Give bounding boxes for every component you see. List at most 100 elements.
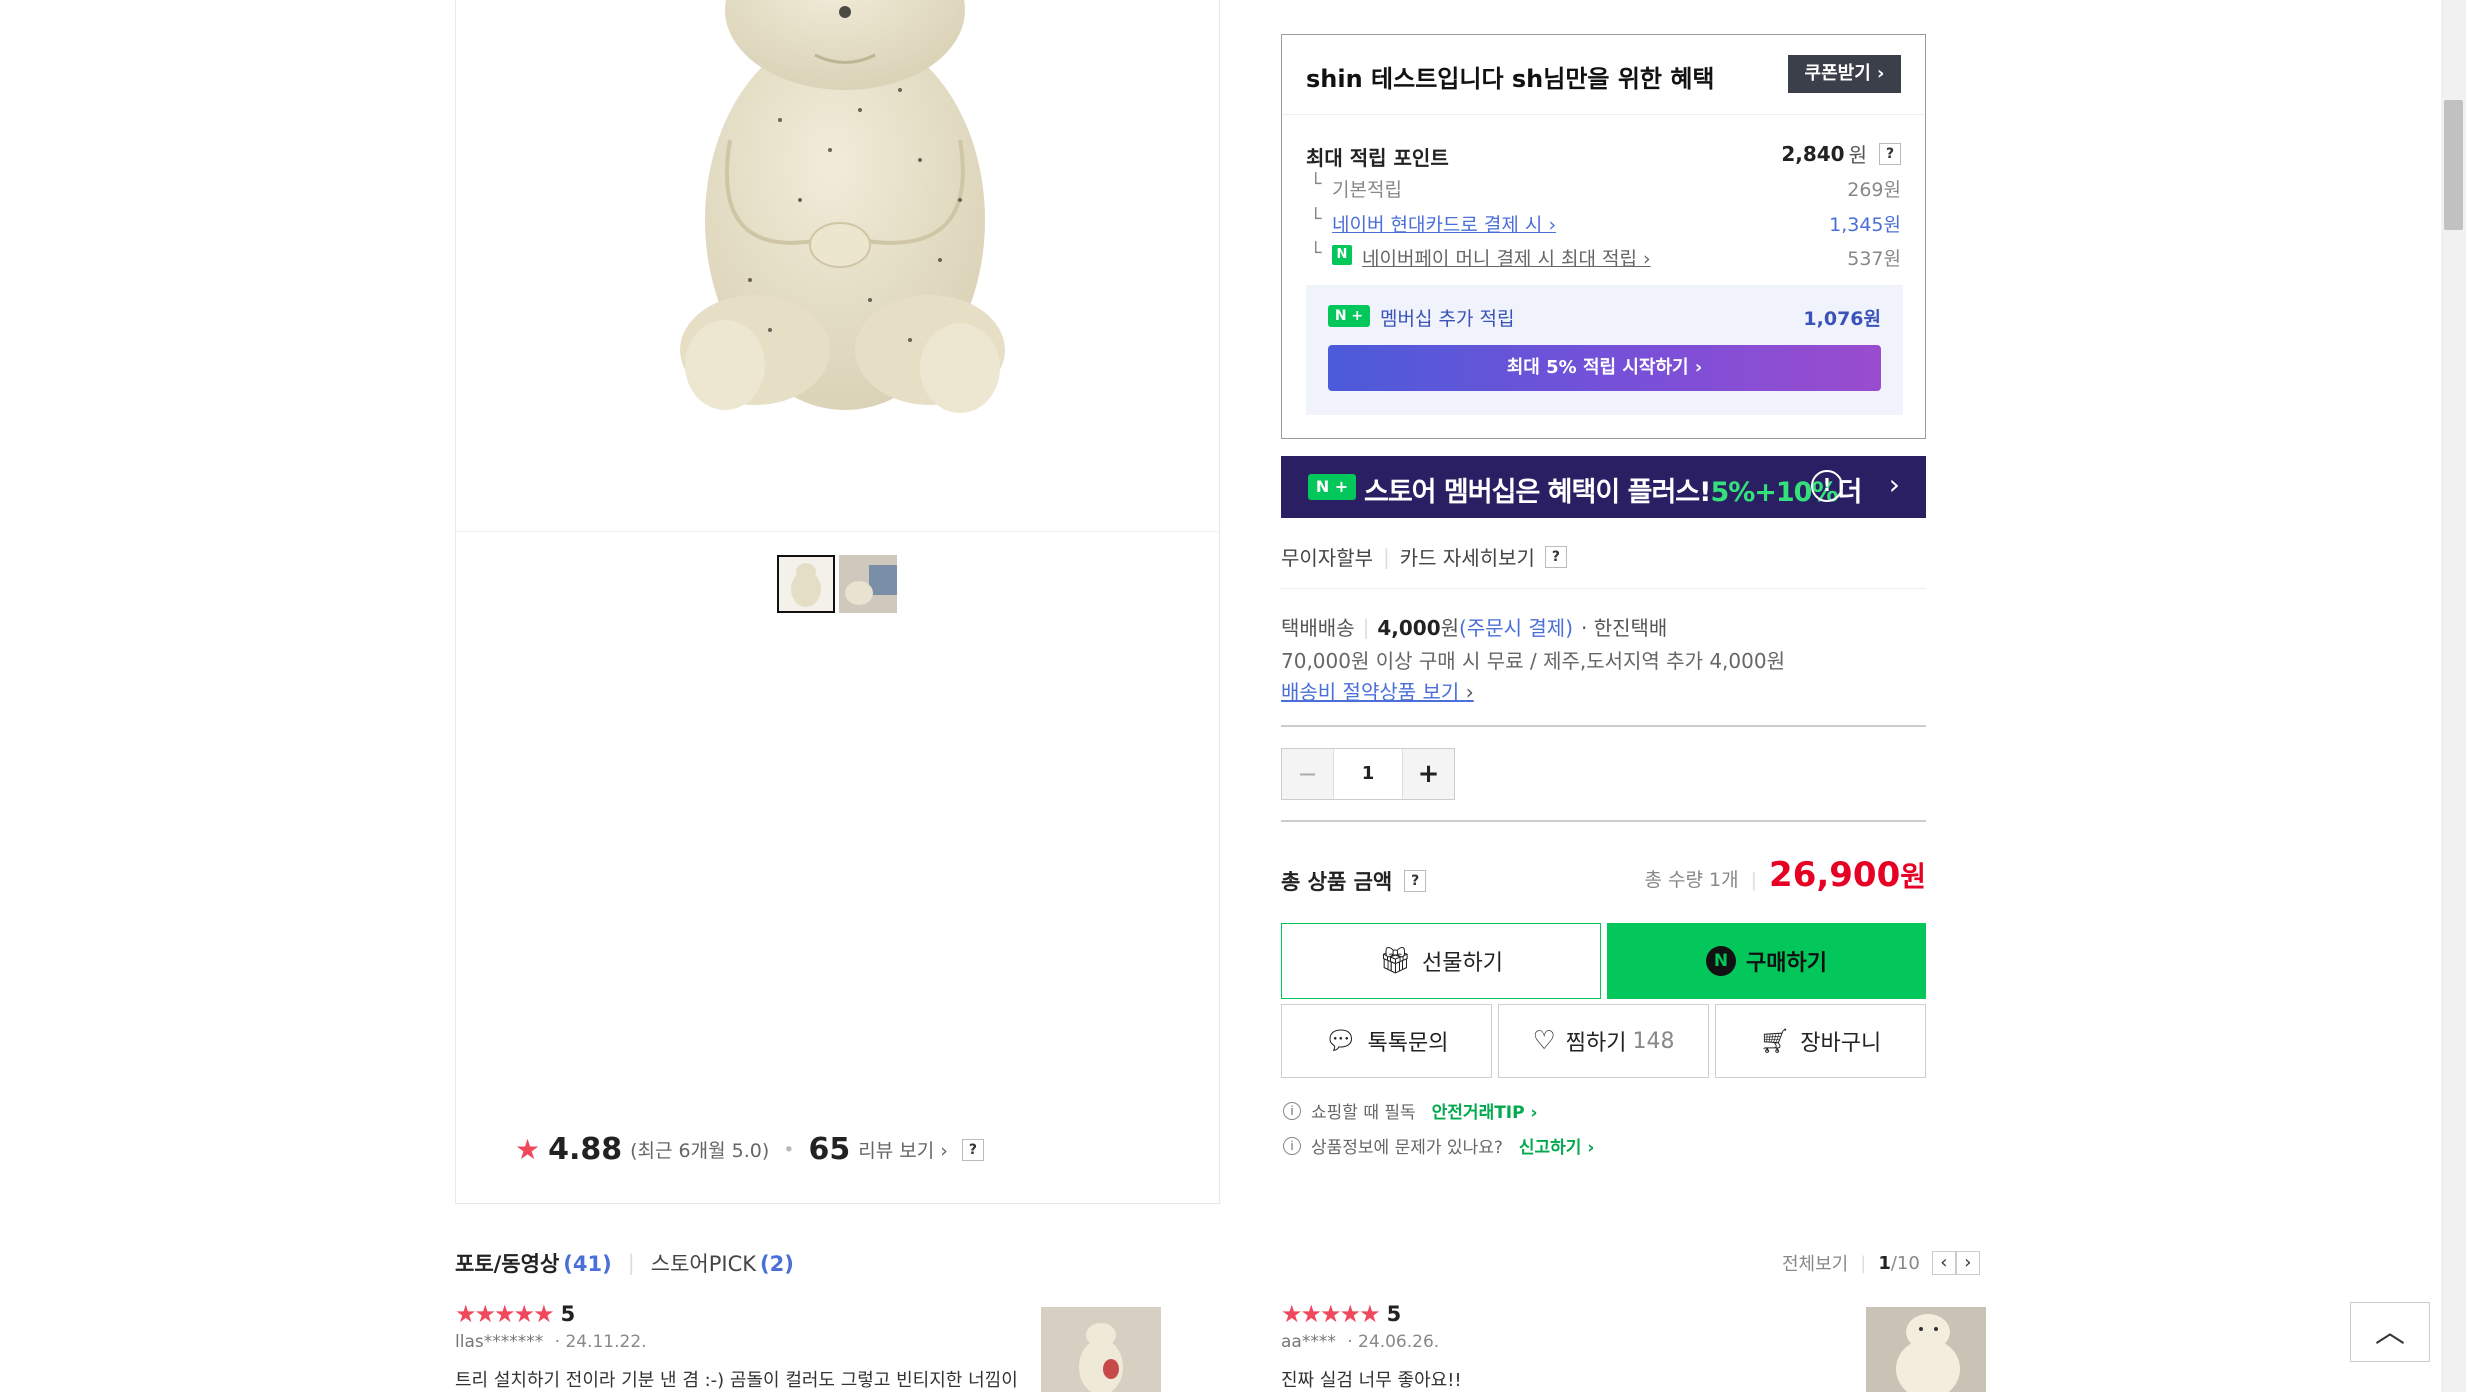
installment-label: 무이자할부 xyxy=(1281,546,1373,570)
nplus-icon: N + xyxy=(1328,305,1370,327)
delivery-fee-note: (주문시 결제) xyxy=(1459,616,1573,640)
review-image-2[interactable] xyxy=(1866,1307,1986,1392)
hyundai-card-link[interactable]: 네이버 현대카드로 결제 시 › xyxy=(1332,210,1556,237)
rating-score: 4.88 xyxy=(548,1132,623,1167)
review-stars: ★★★★★ xyxy=(1281,1300,1381,1328)
membership-box: N + 멤버십 추가 적립 1,076원 최대 5% 적립 시작하기 › xyxy=(1306,285,1903,415)
chevron-right-icon: › xyxy=(1888,468,1900,501)
benefit-title: shin 테스트입니다 sh님만을 위한 혜택 xyxy=(1306,65,1715,93)
total-count: 총 수량 1개 xyxy=(1644,869,1739,891)
npay-money-link[interactable]: 네이버페이 머니 결제 시 최대 적립 › xyxy=(1362,244,1651,271)
info-icon: i xyxy=(1283,1101,1301,1120)
review-user: llas******* xyxy=(455,1332,544,1352)
tree-line-icon: └ xyxy=(1310,242,1322,264)
next-page-button[interactable]: › xyxy=(1955,1251,1980,1275)
won-unit: 원 xyxy=(1848,143,1867,167)
prev-page-button[interactable]: ‹ xyxy=(1931,1251,1956,1275)
review-link[interactable]: 리뷰 보기 › xyxy=(858,1136,948,1163)
membership-label: 멤버십 추가 적립 xyxy=(1380,308,1515,330)
image-divider xyxy=(455,531,1220,532)
divider xyxy=(1281,725,1926,727)
banner-text: 스토어 멤버십은 혜택이 플러스!5%+10%더 xyxy=(1364,477,1862,508)
membership-value: 1,076원 xyxy=(1803,308,1881,330)
view-all-link[interactable]: 전체보기 xyxy=(1782,1250,1848,1276)
divider xyxy=(1281,588,1926,589)
gift-button[interactable]: 🎁︎ 선물하기 xyxy=(1281,923,1601,999)
review-count: 65 xyxy=(808,1132,851,1167)
review-score: 5 xyxy=(1386,1302,1402,1326)
free-shipping-condition: 70,000원 이상 구매 시 무료 / 제주,도서지역 추가 4,000원 xyxy=(1281,649,1785,673)
delivery-fee: 4,000 xyxy=(1377,616,1441,640)
rating-summary: ★ 4.88 (최근 6개월 5.0) • 65 리뷰 보기 › ? xyxy=(515,1132,984,1167)
chevron-right-icon: › xyxy=(940,1140,948,1162)
total-label-row: 총 상품 금액 ? xyxy=(1281,866,1427,896)
delivery-type: 택배배송 xyxy=(1281,616,1355,640)
thumbnail-2[interactable] xyxy=(839,555,897,613)
wish-count: 148 xyxy=(1632,1028,1675,1054)
review-date: · 24.06.26. xyxy=(1347,1332,1440,1352)
product-main-image xyxy=(680,0,1005,413)
divider xyxy=(1281,820,1926,822)
chevron-up-icon: ︿ xyxy=(2375,1315,2405,1350)
basic-points-value: 269원 xyxy=(1847,179,1901,201)
tip-row-2: i 상품정보에 문제가 있나요? 신고하기 › xyxy=(1283,1133,1594,1158)
rating-recent: (최근 6개월 5.0) xyxy=(630,1140,770,1162)
card-detail-link[interactable]: 카드 자세히보기 xyxy=(1400,542,1535,571)
tree-line-icon: └ xyxy=(1310,173,1322,195)
shipping-saving-link[interactable]: 배송비 절약상품 보기 › xyxy=(1281,676,1474,705)
dot-separator: • xyxy=(783,1138,795,1161)
tip-text: 쇼핑할 때 필독 xyxy=(1311,1103,1416,1123)
quantity-plus-button[interactable]: + xyxy=(1402,749,1454,799)
tab-store-pick[interactable]: 스토어PICK (2) xyxy=(651,1248,794,1278)
scroll-to-top-button[interactable]: ︿ xyxy=(2350,1302,2430,1362)
star-icon: ★ xyxy=(515,1133,541,1166)
tip-text: 상품정보에 문제가 있나요? xyxy=(1311,1138,1503,1158)
gift-icon: 🎁︎ xyxy=(1379,946,1413,976)
review-tabs: 포토/동영상 (41) | 스토어PICK (2) xyxy=(455,1248,794,1278)
scrollbar-thumb[interactable] xyxy=(2444,100,2463,230)
total-price: 26,900원 xyxy=(1769,855,1926,895)
help-icon[interactable]: ? xyxy=(1879,142,1901,165)
benefit-header: shin 테스트입니다 sh님만을 위한 혜택 쿠폰받기 › xyxy=(1282,35,1925,115)
review-stars: ★★★★★ xyxy=(455,1300,555,1328)
cart-button[interactable]: 🛒︎ 장바구니 xyxy=(1715,1004,1926,1078)
info-icon: i xyxy=(1283,1136,1301,1155)
tip-row-1: i 쇼핑할 때 필독 안전거래TIP › xyxy=(1283,1098,1538,1123)
max-points-value: 2,840 xyxy=(1781,141,1845,166)
page-indicator: 1/10 xyxy=(1878,1252,1920,1274)
nplus-icon: N + xyxy=(1308,474,1356,500)
buy-button[interactable]: N 구매하기 xyxy=(1607,923,1926,999)
heart-icon: ♡ xyxy=(1532,1026,1556,1056)
review-user: aa**** xyxy=(1281,1332,1336,1352)
hyundai-card-value: 1,345원 xyxy=(1829,214,1901,236)
review-score: 5 xyxy=(560,1302,576,1326)
npay-icon: N xyxy=(1706,946,1737,976)
tree-line-icon: └ xyxy=(1310,208,1322,230)
fee-unit: 원 xyxy=(1440,616,1460,640)
membership-start-button[interactable]: 최대 5% 적립 시작하기 › xyxy=(1328,345,1881,391)
help-icon[interactable]: ? xyxy=(961,1138,984,1161)
total-price-row: 총 수량 1개 | 26,900원 xyxy=(1644,855,1926,895)
max-points-label: 최대 적립 포인트 xyxy=(1306,146,1449,170)
review-pager: 전체보기 | 1/10 ‹ › xyxy=(1782,1250,1980,1276)
delivery-row: 택배배송 | 4,000원(주문시 결제) · 한진택배 xyxy=(1281,612,1667,641)
quantity-input[interactable]: 1 xyxy=(1334,749,1402,799)
coupon-button[interactable]: 쿠폰받기 › xyxy=(1788,55,1901,93)
basic-points-label: 기본적립 xyxy=(1332,179,1402,201)
tab-photo-video[interactable]: 포토/동영상 (41) xyxy=(455,1248,612,1278)
talk-inquiry-button[interactable]: 💬︎ 톡톡문의 xyxy=(1281,1004,1492,1078)
report-link[interactable]: 신고하기 › xyxy=(1519,1133,1595,1158)
chat-bubble-icon: 💬︎ xyxy=(1324,1026,1358,1056)
membership-banner[interactable]: N + 스토어 멤버십은 혜택이 플러스!5%+10%더 ! › xyxy=(1281,456,1926,518)
thumbnail-1[interactable] xyxy=(777,555,835,613)
cart-icon: 🛒︎ xyxy=(1759,1027,1791,1055)
help-icon[interactable]: ? xyxy=(1404,870,1427,892)
review-card-2[interactable]: ★★★★★ 5 aa**** · 24.06.26. 진짜 실검 너무 좋아요!… xyxy=(1281,1300,1841,1392)
courier: · 한진택배 xyxy=(1581,616,1668,640)
help-icon[interactable]: ? xyxy=(1544,545,1567,568)
review-text: 진짜 실검 너무 좋아요!! xyxy=(1281,1370,1462,1391)
safe-trade-tip-link[interactable]: 안전거래TIP › xyxy=(1432,1098,1538,1123)
quantity-minus-button[interactable]: − xyxy=(1282,749,1334,799)
review-image-1[interactable] xyxy=(1041,1307,1161,1392)
wish-button[interactable]: ♡ 찜하기 148 xyxy=(1498,1004,1709,1078)
